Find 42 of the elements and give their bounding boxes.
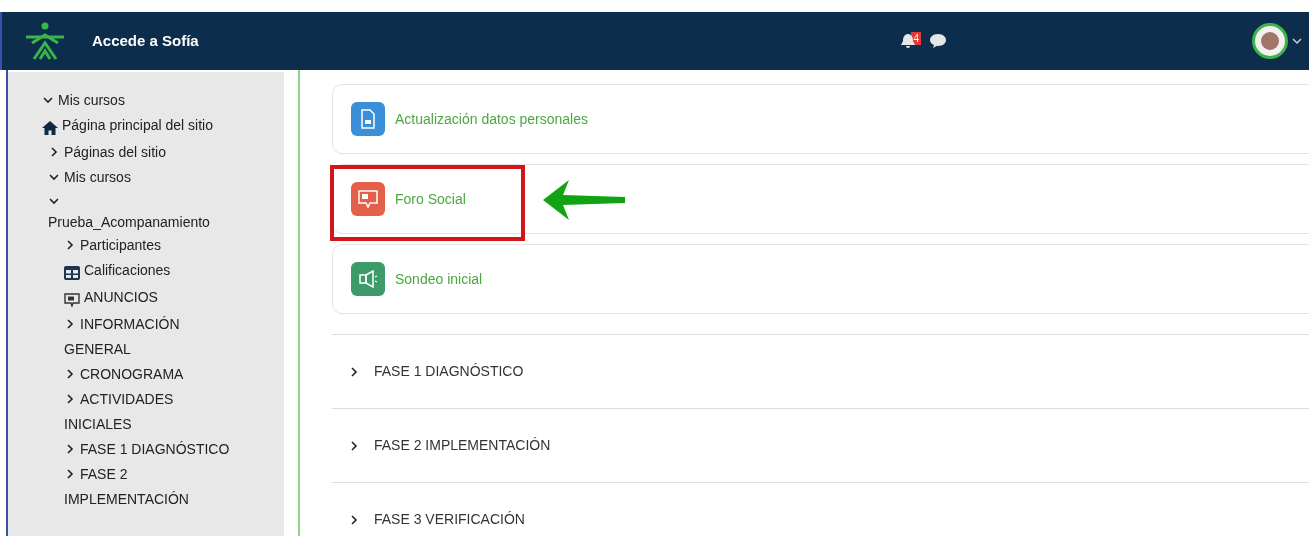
chevron-down-icon [48, 195, 60, 207]
speech-bubble-icon [64, 293, 80, 308]
home-icon [42, 121, 58, 136]
tree-item[interactable]: Páginas del sitio [48, 140, 166, 165]
chevron-right-icon [48, 146, 60, 158]
chat-icon[interactable] [929, 33, 947, 49]
megaphone-icon [351, 262, 385, 296]
chevron-right-icon [64, 443, 76, 455]
tree-item[interactable]: Participantes [64, 233, 161, 258]
avatar[interactable] [1252, 23, 1288, 59]
bell-icon[interactable] [899, 32, 918, 50]
table-icon [64, 266, 80, 281]
tree-item[interactable]: INFORMACIÓN GENERAL [64, 312, 240, 362]
tree-item[interactable]: ANUNCIOS [64, 285, 158, 312]
tree-item[interactable]: ACTIVIDADES INICIALES [64, 387, 240, 437]
tree-item[interactable]: Calificaciones [64, 258, 171, 285]
arrow-icon [543, 178, 625, 222]
chevron-right-icon [64, 318, 76, 330]
caret-icon[interactable] [1292, 37, 1302, 45]
tree-item[interactable]: Página principal del sitio [42, 113, 213, 140]
tree-item[interactable]: CRONOGRAMA [64, 362, 184, 387]
tree-item[interactable]: FASE 2 IMPLEMENTACIÓN [64, 462, 240, 512]
chevron-right-icon [64, 239, 76, 251]
section-toggle[interactable]: FASE 3 VERIFICACIÓN [348, 509, 525, 530]
tree-item[interactable]: FASE 1 DIAGNÓSTICO [64, 437, 230, 462]
tree-item[interactable]: Mis cursos [42, 88, 125, 113]
document-icon [351, 102, 385, 136]
site-name[interactable]: Accede a Sofía [92, 29, 199, 53]
section-toggle[interactable]: FASE 2 IMPLEMENTACIÓN [348, 435, 551, 456]
chevron-right-icon [348, 439, 360, 452]
section-toggle[interactable]: FASE 1 DIAGNÓSTICO [348, 361, 524, 382]
chevron-right-icon [64, 393, 76, 405]
chevron-right-icon [348, 365, 360, 378]
chevron-right-icon [64, 368, 76, 380]
tree-item[interactable]: Mis cursos [48, 165, 131, 190]
chat-bubble-icon [351, 182, 385, 216]
chevron-right-icon [348, 513, 360, 526]
tree-item[interactable]: Prueba_Acompanamiento [48, 190, 210, 233]
chevron-down-icon [48, 171, 60, 183]
chevron-right-icon [64, 468, 76, 480]
notification-badge: 4 [911, 31, 921, 45]
chevron-down-icon [42, 94, 54, 106]
